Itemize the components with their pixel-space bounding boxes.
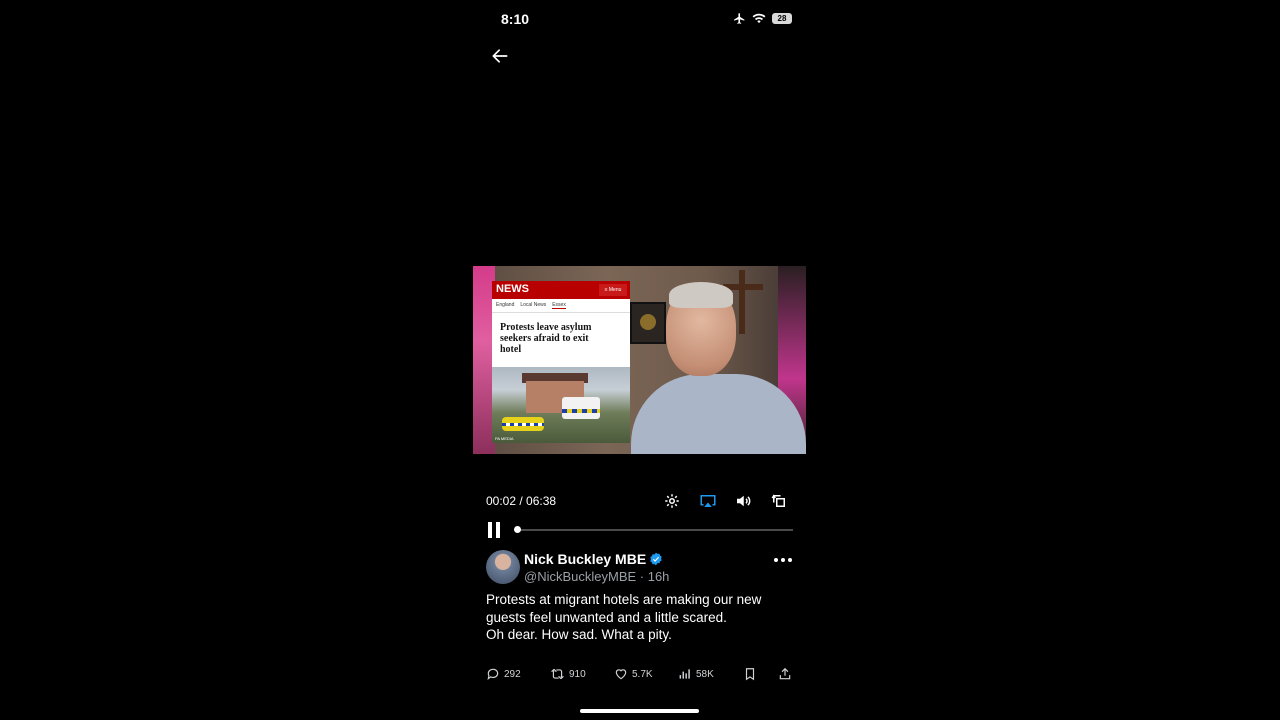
- video-player[interactable]: NEWS ≡ Menu England Local News Essex Pro…: [473, 266, 806, 454]
- author-handle-time[interactable]: @NickBuckleyMBE · 16h: [524, 569, 669, 584]
- news-headline: Protests leave asylum seekers afraid to …: [492, 313, 630, 355]
- avatar[interactable]: [486, 550, 520, 584]
- more-options-button[interactable]: [774, 555, 794, 565]
- like-count: 5.7K: [632, 668, 653, 680]
- video-controls: 00:02 / 06:38: [473, 490, 806, 512]
- news-header: NEWS ≡ Menu: [492, 281, 630, 299]
- phone-screen: 8:10 28 NEWS ≡ Menu England Local News E…: [473, 0, 806, 720]
- wall-picture-frame: [630, 302, 666, 344]
- news-breadcrumbs: England Local News Essex: [492, 299, 630, 313]
- views-button[interactable]: 58K: [678, 664, 714, 684]
- status-time: 8:10: [501, 11, 530, 27]
- news-crumb: Local News: [520, 302, 547, 308]
- crucifix-shape: [739, 270, 745, 334]
- video-scrubber-thumb[interactable]: [514, 526, 522, 533]
- heart-icon: [615, 669, 627, 680]
- reply-count: 292: [504, 668, 521, 680]
- news-crumb: England: [496, 302, 515, 308]
- repost-button[interactable]: 910: [550, 664, 586, 684]
- views-count: 58K: [696, 668, 714, 680]
- volume-icon[interactable]: [734, 492, 752, 510]
- bookmark-button[interactable]: [743, 664, 757, 684]
- settings-icon[interactable]: [663, 492, 681, 510]
- repost-count: 910: [569, 668, 586, 680]
- pause-button[interactable]: [487, 522, 501, 538]
- like-button[interactable]: 5.7K: [614, 664, 653, 684]
- news-headline-line: seekers afraid to exit: [500, 333, 589, 344]
- tweet-header: Nick Buckley MBE @NickBuckleyMBE · 16h: [486, 549, 796, 589]
- share-icon: [779, 667, 791, 680]
- status-bar: 8:10 28: [473, 0, 806, 40]
- news-menu-label: ≡ Menu: [599, 284, 627, 296]
- video-timecode: 00:02 / 06:38: [486, 494, 557, 508]
- news-photo: PA MEDIA: [492, 367, 630, 443]
- author-name[interactable]: Nick Buckley MBE: [524, 551, 646, 567]
- views-icon: [679, 669, 690, 679]
- airplay-icon[interactable]: [699, 492, 717, 510]
- more-icon: [774, 558, 778, 562]
- tweet-text-line: guests feel unwanted and a little scared…: [486, 609, 727, 625]
- news-crumb: Essex: [552, 302, 566, 309]
- bookmark-icon: [745, 668, 755, 681]
- tweet-text-line: Protests at migrant hotels are making ou…: [486, 592, 762, 607]
- reply-icon: [487, 668, 499, 681]
- verified-badge-icon: [650, 552, 662, 566]
- tweet-text: Protests at migrant hotels are making ou…: [486, 591, 786, 644]
- repost-icon: [550, 668, 565, 680]
- share-button[interactable]: [778, 664, 792, 684]
- tweet-text-line: Oh dear. How sad. What a pity.: [486, 627, 672, 642]
- news-headline-line: Protests leave asylum: [500, 322, 592, 333]
- back-arrow-icon[interactable]: [490, 46, 510, 66]
- home-indicator[interactable]: [580, 709, 699, 713]
- photo-credit: PA MEDIA: [495, 436, 514, 441]
- pause-icon: [488, 522, 492, 538]
- rotate-icon[interactable]: [770, 492, 788, 510]
- news-logo: NEWS: [496, 283, 529, 295]
- airplane-icon: [734, 13, 745, 24]
- battery-icon: 28: [772, 13, 792, 24]
- news-headline-line: hotel: [500, 344, 522, 355]
- video-scrubber[interactable]: [514, 526, 793, 533]
- speaker-hair: [669, 282, 733, 308]
- wifi-icon: [752, 13, 766, 24]
- reply-button[interactable]: 292: [486, 664, 521, 684]
- tweet-actions: 292 910 5.7K 58K: [486, 664, 796, 684]
- status-icons: 28: [733, 12, 792, 25]
- news-article-overlay: NEWS ≡ Menu England Local News Essex Pro…: [492, 281, 630, 443]
- video-progress-row: [473, 520, 806, 540]
